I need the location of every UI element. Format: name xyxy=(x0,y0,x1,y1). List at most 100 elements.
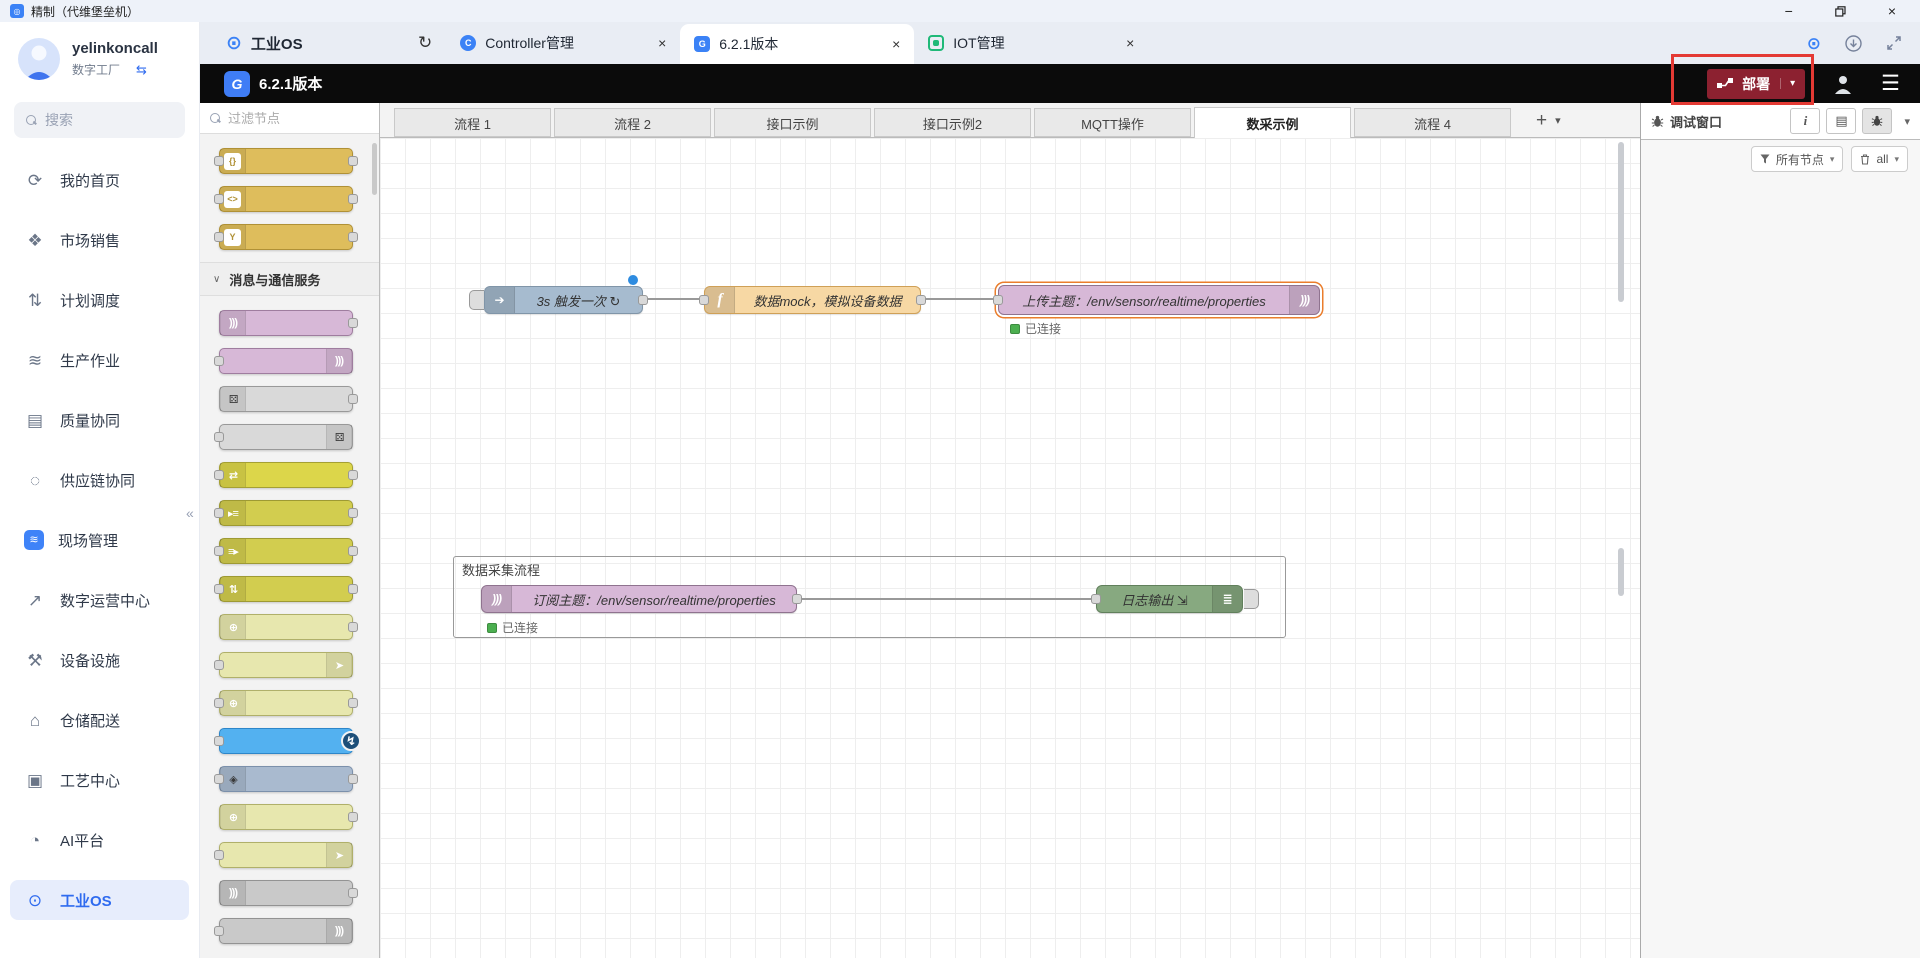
node-output-port[interactable] xyxy=(348,470,358,480)
node-input-port[interactable] xyxy=(214,660,224,670)
node-output-port[interactable] xyxy=(348,698,358,708)
palette-section-header[interactable]: ∨ 消息与通信服务 xyxy=(200,262,379,296)
sidebar-item-quality-collab[interactable]: ▤ 质量协同 xyxy=(10,400,189,440)
palette-node-http-in[interactable]: ⊕ xyxy=(219,614,353,640)
flow-tab[interactable]: MQTT操作 xyxy=(1034,108,1191,137)
download-icon[interactable] xyxy=(1845,35,1862,52)
sidebar-item-plan-schedule[interactable]: ⇅ 计划调度 xyxy=(10,280,189,320)
node-input-port[interactable] xyxy=(214,232,224,242)
node-input-port[interactable] xyxy=(214,926,224,936)
flow-tab[interactable]: 接口示例 xyxy=(714,108,871,137)
node-input-port[interactable] xyxy=(214,508,224,518)
debug-input-port[interactable] xyxy=(1091,594,1101,604)
flow-tab[interactable]: 流程 1 xyxy=(394,108,551,137)
browser-tab-iot-management[interactable]: IOT管理 × xyxy=(914,22,1148,64)
user-menu-icon[interactable] xyxy=(1833,74,1853,94)
clear-debug-dropdown[interactable]: all ▾ xyxy=(1851,146,1908,172)
function-output-port[interactable] xyxy=(916,295,926,305)
sidebar-item-warehouse-delivery[interactable]: ⌂ 仓储配送 xyxy=(10,700,189,740)
palette-node-ws-listen[interactable]: ⊕ xyxy=(219,804,353,830)
node-output-port[interactable] xyxy=(348,394,358,404)
tab-close-icon[interactable]: × xyxy=(658,35,666,51)
inject-node[interactable]: ➔ 3s 触发一次 ↻ xyxy=(484,286,643,314)
refresh-icon[interactable]: ↻ xyxy=(418,33,432,53)
filter-nodes-dropdown[interactable]: 所有节点 ▾ xyxy=(1751,146,1844,172)
sidebar-item-process-center[interactable]: ▣ 工艺中心 xyxy=(10,760,189,800)
flow-tab[interactable]: 流程 2 xyxy=(554,108,711,137)
palette-node-ws-response[interactable]: ➤ xyxy=(219,842,353,868)
os-logo-icon[interactable]: ⊙ xyxy=(1807,35,1821,52)
node-output-port[interactable] xyxy=(348,156,358,166)
minimize-button[interactable]: − xyxy=(1785,4,1793,18)
node-input-port[interactable] xyxy=(214,194,224,204)
sidebar-item-market-sales[interactable]: ❖ 市场销售 xyxy=(10,220,189,260)
sidebar-item-digital-operations-center[interactable]: ↗ 数字运营中心 xyxy=(10,580,189,620)
browser-tab-version-621[interactable]: G 6.2.1版本 × xyxy=(680,24,914,64)
switch-org-icon[interactable]: ⇆ xyxy=(136,62,147,78)
deploy-button[interactable]: 部署 ▾ xyxy=(1707,69,1805,99)
node-input-port[interactable] xyxy=(214,698,224,708)
node-output-port[interactable] xyxy=(348,812,358,822)
node-input-port[interactable] xyxy=(214,850,224,860)
node-input-port[interactable] xyxy=(214,584,224,594)
main-menu-icon[interactable]: ☰ xyxy=(1881,73,1900,94)
node-input-port[interactable] xyxy=(214,546,224,556)
palette-filter-input[interactable] xyxy=(228,111,348,126)
node-output-port[interactable] xyxy=(348,232,358,242)
sidebar-item-industrial-os[interactable]: ⊙ 工业OS xyxy=(10,880,189,920)
node-output-port[interactable] xyxy=(348,622,358,632)
search-input[interactable] xyxy=(45,112,165,128)
flow-canvas[interactable]: ➔ 3s 触发一次 ↻ f 数据mock，模拟设备数据 上传主题：/env/se… xyxy=(380,138,1640,958)
debug-toggle-button[interactable] xyxy=(1244,589,1259,609)
debug-node[interactable]: 日志输出 ⇲ ≣ xyxy=(1096,585,1243,613)
palette-node-mqtt-write[interactable]: ))) xyxy=(219,348,353,374)
debug-tab-button[interactable] xyxy=(1862,108,1892,134)
sidebar-search[interactable] xyxy=(14,102,185,138)
sidebar-item-supply-chain-collab[interactable]: ◌ 供应链协同 xyxy=(10,460,189,500)
palette-node-msg-subscribe[interactable]: ⚄ xyxy=(219,386,353,412)
palette-node-tcp-listen[interactable]: ))) xyxy=(219,880,353,906)
node-output-port[interactable] xyxy=(348,888,358,898)
user-card[interactable]: yelinkoncall 数字工厂 ⇆ xyxy=(0,22,199,80)
palette-node-tcp-response[interactable]: ))) xyxy=(219,918,353,944)
palette-node-msg-publish[interactable]: ⚄ xyxy=(219,424,353,450)
mqtt-in-node[interactable]: ))) 订阅主题：/env/sensor/realtime/properties xyxy=(481,585,797,613)
sidebar-collapse-icon[interactable]: « xyxy=(186,505,194,521)
flow-tab[interactable]: 接口示例2 xyxy=(874,108,1031,137)
palette-node-msg-sort[interactable]: ⇅ xyxy=(219,576,353,602)
deploy-caret-icon[interactable]: ▾ xyxy=(1780,78,1795,89)
node-input-port[interactable] xyxy=(214,470,224,480)
flow-list-caret-icon[interactable]: ▾ xyxy=(1555,114,1561,127)
flow-tab[interactable]: 数采示例 xyxy=(1194,107,1351,138)
palette-filter[interactable] xyxy=(200,103,379,134)
node-input-port[interactable] xyxy=(214,156,224,166)
panel-caret-icon[interactable]: ▾ xyxy=(1904,115,1910,128)
palette-node-msg-split[interactable]: ▸≡ xyxy=(219,500,353,526)
inject-output-port[interactable] xyxy=(638,295,648,305)
flow-tab[interactable]: 流程 4 xyxy=(1354,108,1511,137)
mqtt-out-node-selected[interactable]: 上传主题：/env/sensor/realtime/properties ))) xyxy=(998,285,1320,315)
inject-trigger-button[interactable] xyxy=(469,290,484,310)
node-input-port[interactable] xyxy=(214,432,224,442)
node-input-port[interactable] xyxy=(214,774,224,784)
palette-node-http-response[interactable]: ➤ xyxy=(219,652,353,678)
node-input-port[interactable] xyxy=(214,356,224,366)
restore-button[interactable] xyxy=(1835,6,1846,17)
sidebar-item-equipment-facilities[interactable]: ⚒ 设备设施 xyxy=(10,640,189,680)
info-tab-button[interactable]: i xyxy=(1790,108,1820,134)
node-output-port[interactable] xyxy=(348,774,358,784)
node-input-port[interactable] xyxy=(214,736,224,746)
palette-node-msg-join[interactable]: ≡▸ xyxy=(219,538,353,564)
function-node[interactable]: f 数据mock，模拟设备数据 xyxy=(704,286,921,314)
node-output-port[interactable] xyxy=(348,194,358,204)
tab-close-icon[interactable]: × xyxy=(1126,35,1134,51)
fullscreen-icon[interactable] xyxy=(1886,35,1902,51)
canvas-scrollbar-thumb[interactable] xyxy=(1618,548,1624,596)
add-flow-button[interactable]: + xyxy=(1536,111,1547,130)
node-output-port[interactable] xyxy=(348,546,358,556)
canvas-scrollbar-thumb[interactable] xyxy=(1618,142,1624,302)
tab-close-icon[interactable]: × xyxy=(892,36,900,52)
sidebar-item-production-jobs[interactable]: ≋ 生产作业 xyxy=(10,340,189,380)
sidebar-item-site-management[interactable]: ≋ 现场管理 xyxy=(10,520,189,560)
palette-node-mqtt-subscribe[interactable]: ))) xyxy=(219,310,353,336)
